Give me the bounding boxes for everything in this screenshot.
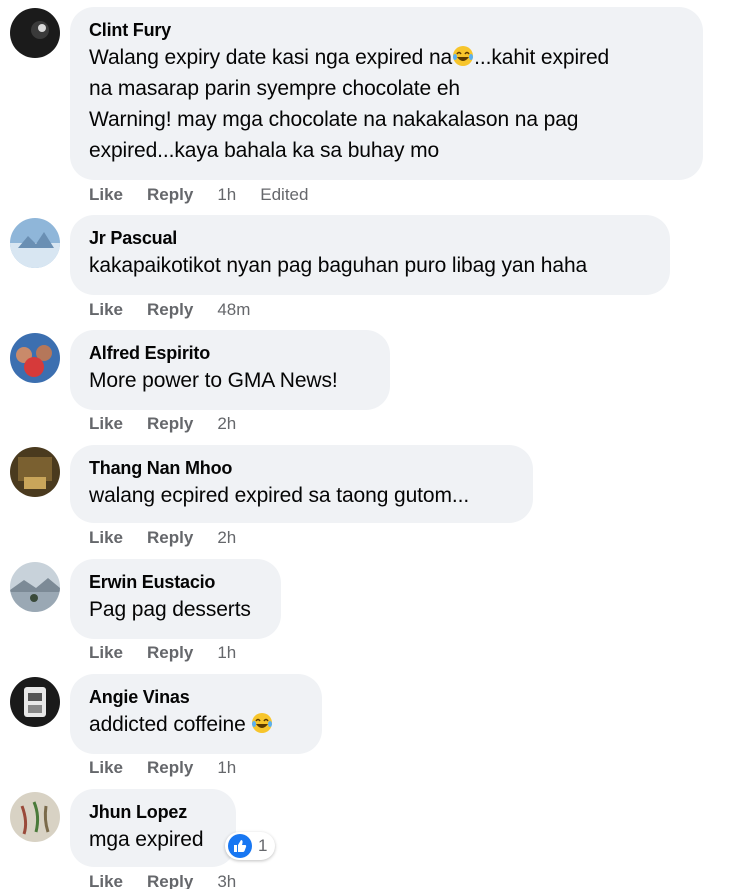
like-button[interactable]: Like xyxy=(89,528,123,548)
comment-actions: Like Reply 1h xyxy=(89,758,260,778)
reply-button[interactable]: Reply xyxy=(147,758,193,778)
timestamp[interactable]: 2h xyxy=(217,414,236,434)
comment-bubble: Alfred Espirito More power to GMA News! xyxy=(70,330,390,410)
like-button[interactable]: Like xyxy=(89,414,123,434)
comment-bubble: Clint Fury Walang expiry date kasi nga e… xyxy=(70,7,703,180)
comment-actions: Like Reply 1h xyxy=(89,643,260,663)
comment-text: kakapaikotikot nyan pag baguhan puro lib… xyxy=(89,254,588,277)
comment-actions: Like Reply 3h xyxy=(89,872,260,889)
avatar[interactable] xyxy=(10,218,60,268)
timestamp[interactable]: 2h xyxy=(217,528,236,548)
comment-actions: Like Reply 2h xyxy=(89,414,260,434)
comment-actions: Like Reply 1h Edited xyxy=(89,185,332,205)
reply-button[interactable]: Reply xyxy=(147,414,193,434)
timestamp[interactable]: 1h xyxy=(217,758,236,778)
comment-author[interactable]: Clint Fury xyxy=(89,18,683,42)
reply-button[interactable]: Reply xyxy=(147,528,193,548)
reply-button[interactable]: Reply xyxy=(147,300,193,320)
reply-button[interactable]: Reply xyxy=(147,185,193,205)
avatar[interactable] xyxy=(10,447,60,497)
timestamp[interactable]: 48m xyxy=(217,300,250,320)
comment-author[interactable]: Jr Pascual xyxy=(89,226,650,250)
comment-actions: Like Reply 2h xyxy=(89,528,260,548)
comment-actions: Like Reply 48m xyxy=(89,300,274,320)
like-reaction-icon xyxy=(228,834,252,858)
like-button[interactable]: Like xyxy=(89,185,123,205)
comment-author[interactable]: Erwin Eustacio xyxy=(89,570,261,594)
edited-label: Edited xyxy=(260,185,309,204)
reply-button[interactable]: Reply xyxy=(147,643,193,663)
reply-button[interactable]: Reply xyxy=(147,872,193,889)
comment-bubble: Thang Nan Mhoo walang ecpired expired sa… xyxy=(70,445,533,523)
comment-bubble: Jr Pascual kakapaikotikot nyan pag baguh… xyxy=(70,215,670,295)
comment-text-part: addicted coffeine xyxy=(89,713,252,736)
comment-text: More power to GMA News! xyxy=(89,369,338,392)
comment-text-part: Walang expiry date kasi nga expired na xyxy=(89,46,453,69)
laughing-tears-emoji-icon xyxy=(252,713,273,733)
comment-bubble: Angie Vinas addicted coffeine xyxy=(70,674,322,754)
like-button[interactable]: Like xyxy=(89,758,123,778)
comment-text: mga expired xyxy=(89,828,204,851)
timestamp[interactable]: 3h xyxy=(217,872,236,889)
comment-author[interactable]: Jhun Lopez xyxy=(89,800,216,824)
avatar[interactable] xyxy=(10,8,60,58)
timestamp[interactable]: 1h xyxy=(217,185,236,205)
comment-bubble: Erwin Eustacio Pag pag desserts xyxy=(70,559,281,639)
avatar[interactable] xyxy=(10,333,60,383)
comment-author[interactable]: Alfred Espirito xyxy=(89,341,370,365)
avatar[interactable] xyxy=(10,562,60,612)
comment-text: Pag pag desserts xyxy=(89,598,251,621)
laughing-tears-emoji-icon xyxy=(453,46,474,66)
like-button[interactable]: Like xyxy=(89,643,123,663)
comment-bubble: Jhun Lopez mga expired xyxy=(70,789,236,867)
like-button[interactable]: Like xyxy=(89,872,123,889)
like-button[interactable]: Like xyxy=(89,300,123,320)
avatar[interactable] xyxy=(10,677,60,727)
reaction-count: 1 xyxy=(258,836,268,855)
comment-author[interactable]: Angie Vinas xyxy=(89,685,302,709)
comment-text: Walang expiry date kasi nga expired na..… xyxy=(89,42,683,166)
avatar[interactable] xyxy=(10,792,60,842)
comment-author[interactable]: Thang Nan Mhoo xyxy=(89,456,513,480)
timestamp[interactable]: 1h xyxy=(217,643,236,663)
reaction-count-badge[interactable]: 1 xyxy=(225,832,276,860)
comment-text: addicted coffeine xyxy=(89,709,302,740)
comment-text: walang ecpired expired sa taong gutom... xyxy=(89,484,470,507)
